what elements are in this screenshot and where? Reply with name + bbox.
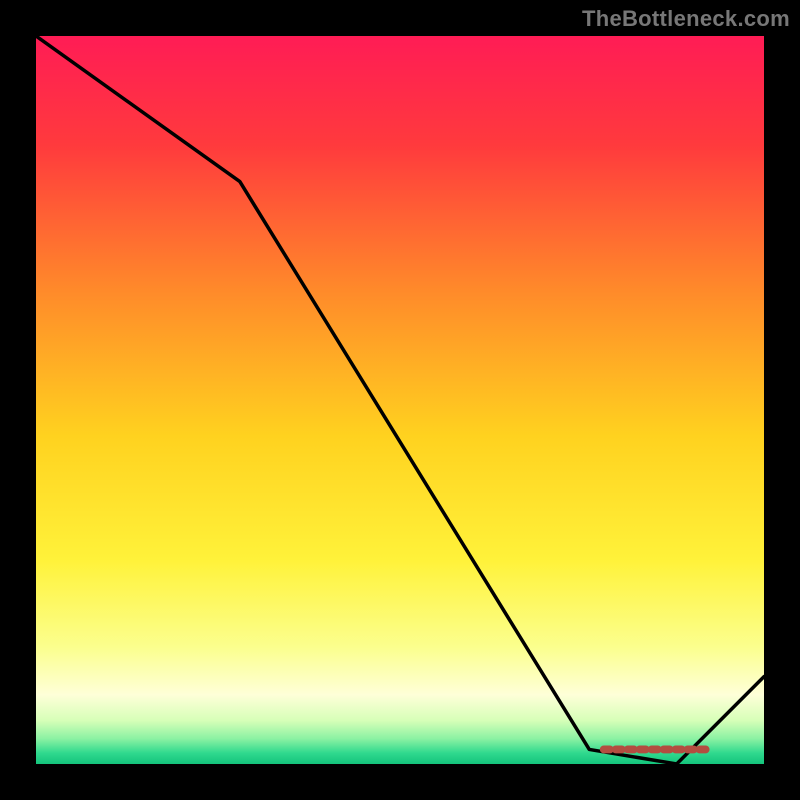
chart-stage: TheBottleneck.com	[0, 0, 800, 800]
gradient-background	[36, 36, 764, 764]
watermark-text: TheBottleneck.com	[582, 6, 790, 32]
plot-area	[30, 30, 770, 770]
